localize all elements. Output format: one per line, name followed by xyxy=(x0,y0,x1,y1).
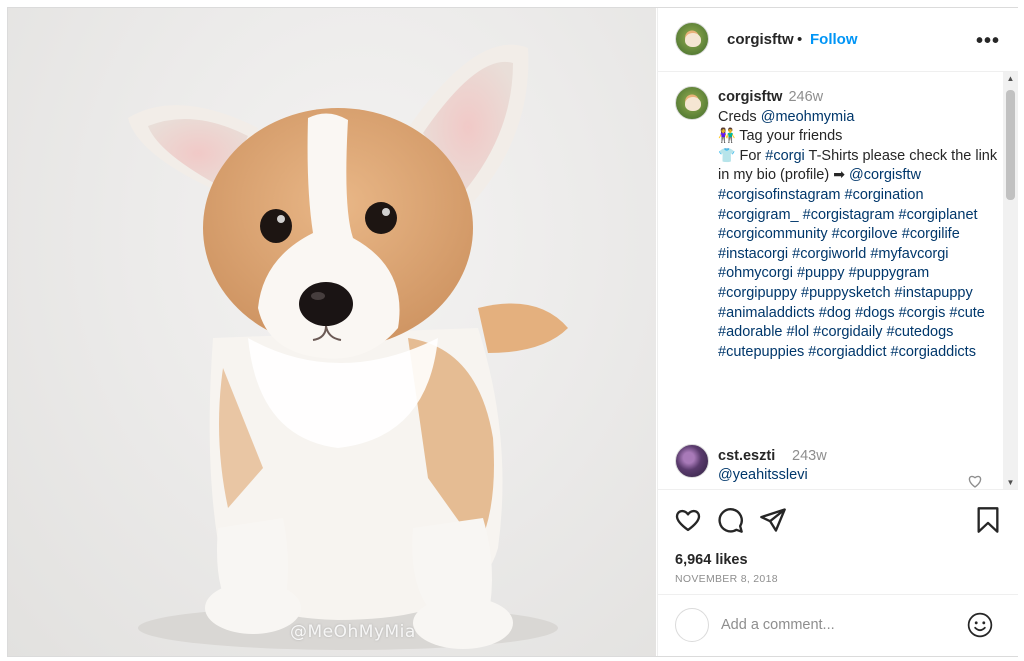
comment-timestamp[interactable]: 243w xyxy=(792,448,827,464)
caption: corgisftw 246w Creds @meohmymia 👫 Tag you… xyxy=(718,88,998,362)
likes-count[interactable]: 6,964 likes xyxy=(675,552,748,568)
current-user-avatar xyxy=(675,608,709,642)
post-date[interactable]: NOVEMBER 8, 2018 xyxy=(675,573,778,585)
emoji-picker-icon[interactable] xyxy=(967,612,993,638)
comment-text[interactable]: @yeahitsslevi xyxy=(718,467,808,483)
tshirt-emoji-icon: 👕 xyxy=(718,147,736,164)
caption-creds-text: Creds xyxy=(718,108,761,125)
hashtag-link[interactable]: #cutedogs xyxy=(887,324,954,340)
hashtag-link[interactable]: #corgis xyxy=(899,305,946,321)
like-comment-icon[interactable] xyxy=(967,473,983,489)
hashtag-link[interactable]: #corgistagram xyxy=(803,207,895,223)
scroll-thumb[interactable] xyxy=(1006,90,1015,200)
comment-icon[interactable] xyxy=(716,506,744,534)
more-options-icon[interactable]: ••• xyxy=(976,30,1000,53)
comment-item: cst.eszti 243w @yeahitsslevi xyxy=(675,444,995,489)
hashtag-link[interactable]: #corgiaddicts xyxy=(891,344,976,360)
post-photo[interactable]: @MeOhMyMia xyxy=(8,8,656,656)
hashtag-link[interactable]: #corgicommunity xyxy=(718,226,828,242)
follow-button[interactable]: Follow xyxy=(810,31,858,48)
hashtag-link[interactable]: #myfavcorgi xyxy=(870,246,948,262)
hashtag-link[interactable]: #corgilife xyxy=(902,226,960,242)
comments-scrollbar[interactable]: ▲ ▼ xyxy=(1003,72,1018,489)
hashtag-link[interactable]: #instacorgi xyxy=(718,246,788,262)
hashtag-link[interactable]: #adorable xyxy=(718,324,783,340)
tag-friends-text: Tag your friends xyxy=(739,128,843,145)
hashtag-link[interactable]: #dog xyxy=(819,305,851,321)
hashtag-list: #corgisofinstagram #corgination #corgigr… xyxy=(718,186,998,362)
arrow-icon: ➡ xyxy=(833,167,845,184)
scroll-down-arrow-icon[interactable]: ▼ xyxy=(1003,476,1018,489)
add-comment-bar xyxy=(658,594,1018,656)
hashtag-link[interactable]: #corgi xyxy=(765,148,805,164)
bookmark-icon[interactable] xyxy=(974,506,1002,534)
mention-link[interactable]: @meohmymia xyxy=(761,109,855,125)
corgi-puppy-illustration xyxy=(128,44,568,650)
comments-section[interactable]: corgisftw 246w Creds @meohmymia 👫 Tag you… xyxy=(658,72,1018,489)
author-avatar[interactable] xyxy=(675,22,709,56)
post-side-panel: corgisftw • Follow ••• corgisftw 246w Cre… xyxy=(657,8,1018,656)
hashtag-link[interactable]: #corgiaddict xyxy=(808,344,886,360)
author-username[interactable]: corgisftw xyxy=(727,31,794,48)
heart-icon[interactable] xyxy=(674,506,702,534)
separator-dot: • xyxy=(797,31,803,48)
caption-username[interactable]: corgisftw xyxy=(718,89,782,105)
hashtag-link[interactable]: #corgigram_ xyxy=(718,207,799,223)
hashtag-link[interactable]: #ohmycorgi xyxy=(718,265,793,281)
commenter-username[interactable]: cst.eszti xyxy=(718,448,775,464)
scroll-up-arrow-icon[interactable]: ▲ xyxy=(1003,72,1018,85)
hashtag-link[interactable]: #cutepuppies xyxy=(718,344,804,360)
action-bar: 6,964 likes NOVEMBER 8, 2018 xyxy=(658,489,1018,594)
commenter-avatar[interactable] xyxy=(675,444,709,478)
hashtag-link[interactable]: #dogs xyxy=(855,305,895,321)
hashtag-link[interactable]: #corgination xyxy=(845,187,924,203)
comment-input[interactable] xyxy=(721,613,951,637)
hashtag-link[interactable]: #animaladdicts xyxy=(718,305,815,321)
hashtag-link[interactable]: #puppygram xyxy=(849,265,930,281)
hashtag-link[interactable]: #corgiworld xyxy=(792,246,866,262)
hashtag-link[interactable]: #corgidaily xyxy=(813,324,882,340)
mention-link[interactable]: @corgisftw xyxy=(849,167,921,183)
post-header: corgisftw • Follow ••• xyxy=(658,8,1018,72)
for-prefix: For xyxy=(739,147,766,164)
hashtag-link[interactable]: #instapuppy xyxy=(895,285,973,301)
caption-timestamp[interactable]: 246w xyxy=(788,89,823,105)
hashtag-link[interactable]: #puppysketch xyxy=(801,285,890,301)
hashtag-link[interactable]: #lol xyxy=(787,324,810,340)
friends-emoji-icon: 👫 xyxy=(718,128,736,145)
hashtag-link[interactable]: #corgisofinstagram xyxy=(718,187,841,203)
share-icon[interactable] xyxy=(759,506,787,534)
hashtag-link[interactable]: #corgipuppy xyxy=(718,285,797,301)
hashtag-link[interactable]: #cute xyxy=(949,305,984,321)
caption-author-avatar[interactable] xyxy=(675,86,709,120)
hashtag-link[interactable]: #corgilove xyxy=(832,226,898,242)
hashtag-link[interactable]: #puppy xyxy=(797,265,845,281)
hashtag-link[interactable]: #corgiplanet xyxy=(899,207,978,223)
photo-watermark: @MeOhMyMia xyxy=(290,622,416,642)
